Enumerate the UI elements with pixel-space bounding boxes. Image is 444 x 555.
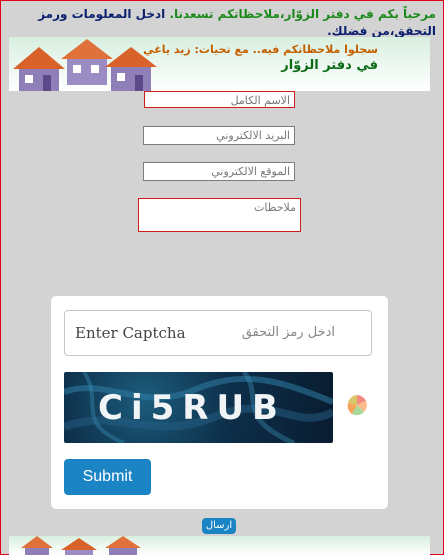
captcha-placeholder: ادخل رمز التحقق	[241, 325, 335, 340]
captcha-card: Enter Captcha ادخل رمز التحقق Ci5RUB Sub…	[51, 296, 388, 509]
captcha-image: Ci5RUB	[64, 372, 333, 443]
welcome-text-green: مرحباً بكم في دفتر الزوّار،ملاحظاتكم تسع…	[169, 7, 436, 21]
refresh-icon[interactable]	[345, 393, 369, 417]
send-button[interactable]: ارسال	[202, 518, 236, 534]
email-input[interactable]: البريد الالكتروني	[143, 126, 295, 145]
notes-textarea[interactable]: ملاحظات	[138, 198, 301, 232]
guestbook-banner-bottom	[9, 536, 430, 555]
captcha-text: Ci5RUB	[98, 388, 286, 428]
banner-line-2: في دفتر الزوّار	[281, 58, 378, 73]
captcha-label: Enter Captcha	[75, 324, 186, 342]
house-icon	[21, 536, 141, 555]
captcha-input[interactable]: Enter Captcha ادخل رمز التحقق	[64, 310, 372, 356]
welcome-message: مرحباً بكم في دفتر الزوّار،ملاحظاتكم تسع…	[8, 6, 436, 40]
name-input[interactable]: الاسم الكامل	[144, 91, 295, 108]
banner-line-1: سجلوا ملاحظاتكم فيه.. مع تحيات: زيد ياغي	[143, 43, 378, 56]
website-input[interactable]: الموقع الالكتروني	[143, 162, 295, 181]
guestbook-banner: سجلوا ملاحظاتكم فيه.. مع تحيات: زيد ياغي…	[9, 37, 430, 91]
submit-button[interactable]: Submit	[64, 459, 151, 495]
banner-text: سجلوا ملاحظاتكم فيه.. مع تحيات: زيد ياغي…	[143, 43, 378, 73]
